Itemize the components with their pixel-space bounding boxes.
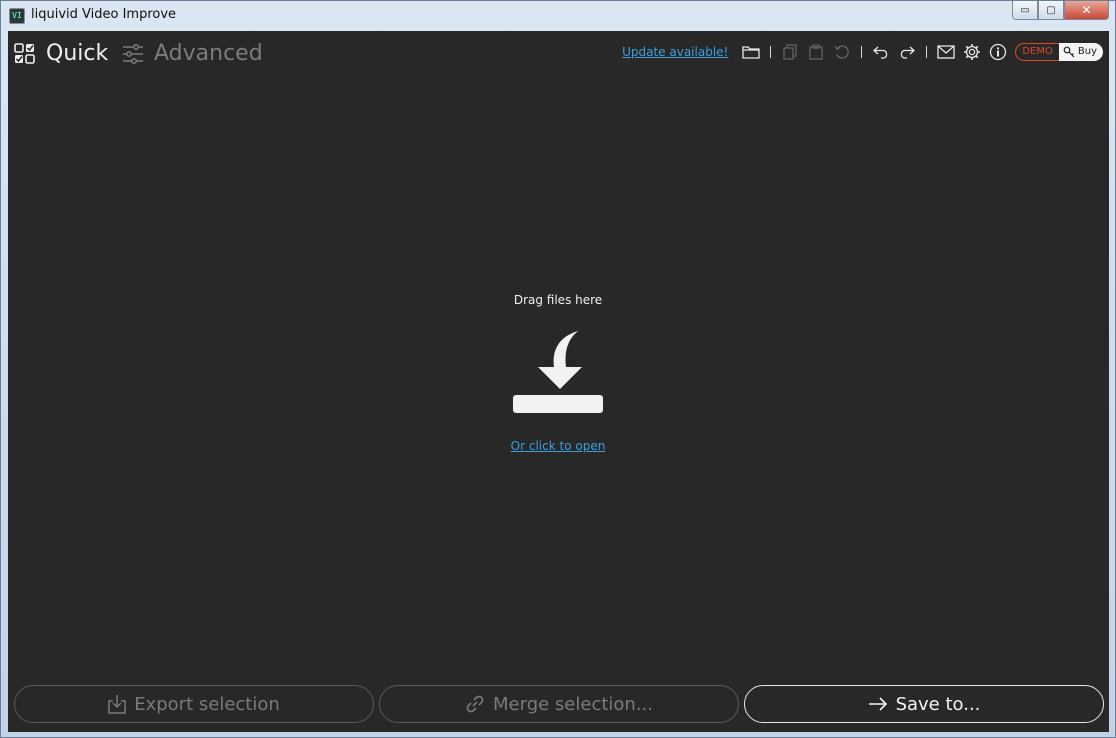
app-window: VI liquivid Video Improve ▭ ▢ ✕ Quick Ad…: [0, 0, 1116, 738]
folder-open-icon[interactable]: [738, 41, 764, 63]
info-icon[interactable]: [985, 41, 1011, 63]
window-title: liquivid Video Improve: [31, 7, 177, 22]
buy-button[interactable]: Buy: [1058, 43, 1103, 61]
drop-zone-title: Drag files here: [513, 293, 603, 307]
link-icon: [466, 695, 484, 713]
merge-selection-button[interactable]: Merge selection...: [379, 685, 739, 723]
arrow-right-icon: [868, 697, 887, 711]
drop-arrow-icon: [458, 329, 658, 423]
redo-icon[interactable]: [894, 41, 920, 63]
save-to-label: Save to...: [895, 693, 981, 715]
buy-label: Buy: [1077, 46, 1097, 57]
save-to-button[interactable]: Save to...: [744, 685, 1104, 723]
tab-advanced-label: Advanced: [154, 41, 263, 66]
mail-icon[interactable]: [933, 41, 959, 63]
toolbar-separator: [861, 46, 863, 58]
title-bar[interactable]: VI liquivid Video Improve ▭ ▢ ✕: [1, 1, 1115, 30]
minimize-button[interactable]: ▭: [1012, 1, 1038, 20]
export-icon: [108, 695, 126, 714]
tab-quick[interactable]: Quick: [14, 41, 108, 66]
demo-badge: DEMO: [1015, 43, 1059, 61]
toolbar-separator: [770, 46, 772, 58]
update-available-link[interactable]: Update available!: [622, 45, 728, 59]
paste-icon[interactable]: [803, 41, 829, 63]
undo-icon[interactable]: [868, 41, 894, 63]
close-button[interactable]: ✕: [1064, 1, 1109, 20]
export-selection-button[interactable]: Export selection: [14, 685, 374, 723]
sliders-icon: [123, 43, 143, 64]
drop-zone[interactable]: Drag files here Or click to open: [458, 293, 658, 463]
quick-grid-icon: [14, 42, 35, 64]
license-badge[interactable]: DEMO Buy: [1015, 43, 1103, 61]
click-to-open-link[interactable]: Or click to open: [511, 439, 606, 453]
merge-selection-label: Merge selection...: [493, 693, 653, 715]
tab-advanced[interactable]: Advanced: [122, 41, 263, 66]
copy-icon[interactable]: [777, 41, 803, 63]
tab-quick-label: Quick: [46, 41, 109, 66]
key-icon: [1063, 46, 1075, 58]
app-icon: VI: [9, 8, 25, 24]
toolbar: Update available! DEMO Buy: [622, 41, 1103, 63]
main-panel: Quick Advanced Update available! DEMO Bu…: [8, 31, 1109, 732]
reset-icon[interactable]: [829, 41, 855, 63]
bottom-action-bar: Export selection Merge selection... Save…: [14, 685, 1104, 723]
maximize-button[interactable]: ▢: [1038, 1, 1064, 20]
export-selection-label: Export selection: [134, 693, 280, 715]
toolbar-separator: [926, 46, 928, 58]
window-controls: ▭ ▢ ✕: [1012, 1, 1109, 20]
gear-icon[interactable]: [959, 41, 985, 63]
